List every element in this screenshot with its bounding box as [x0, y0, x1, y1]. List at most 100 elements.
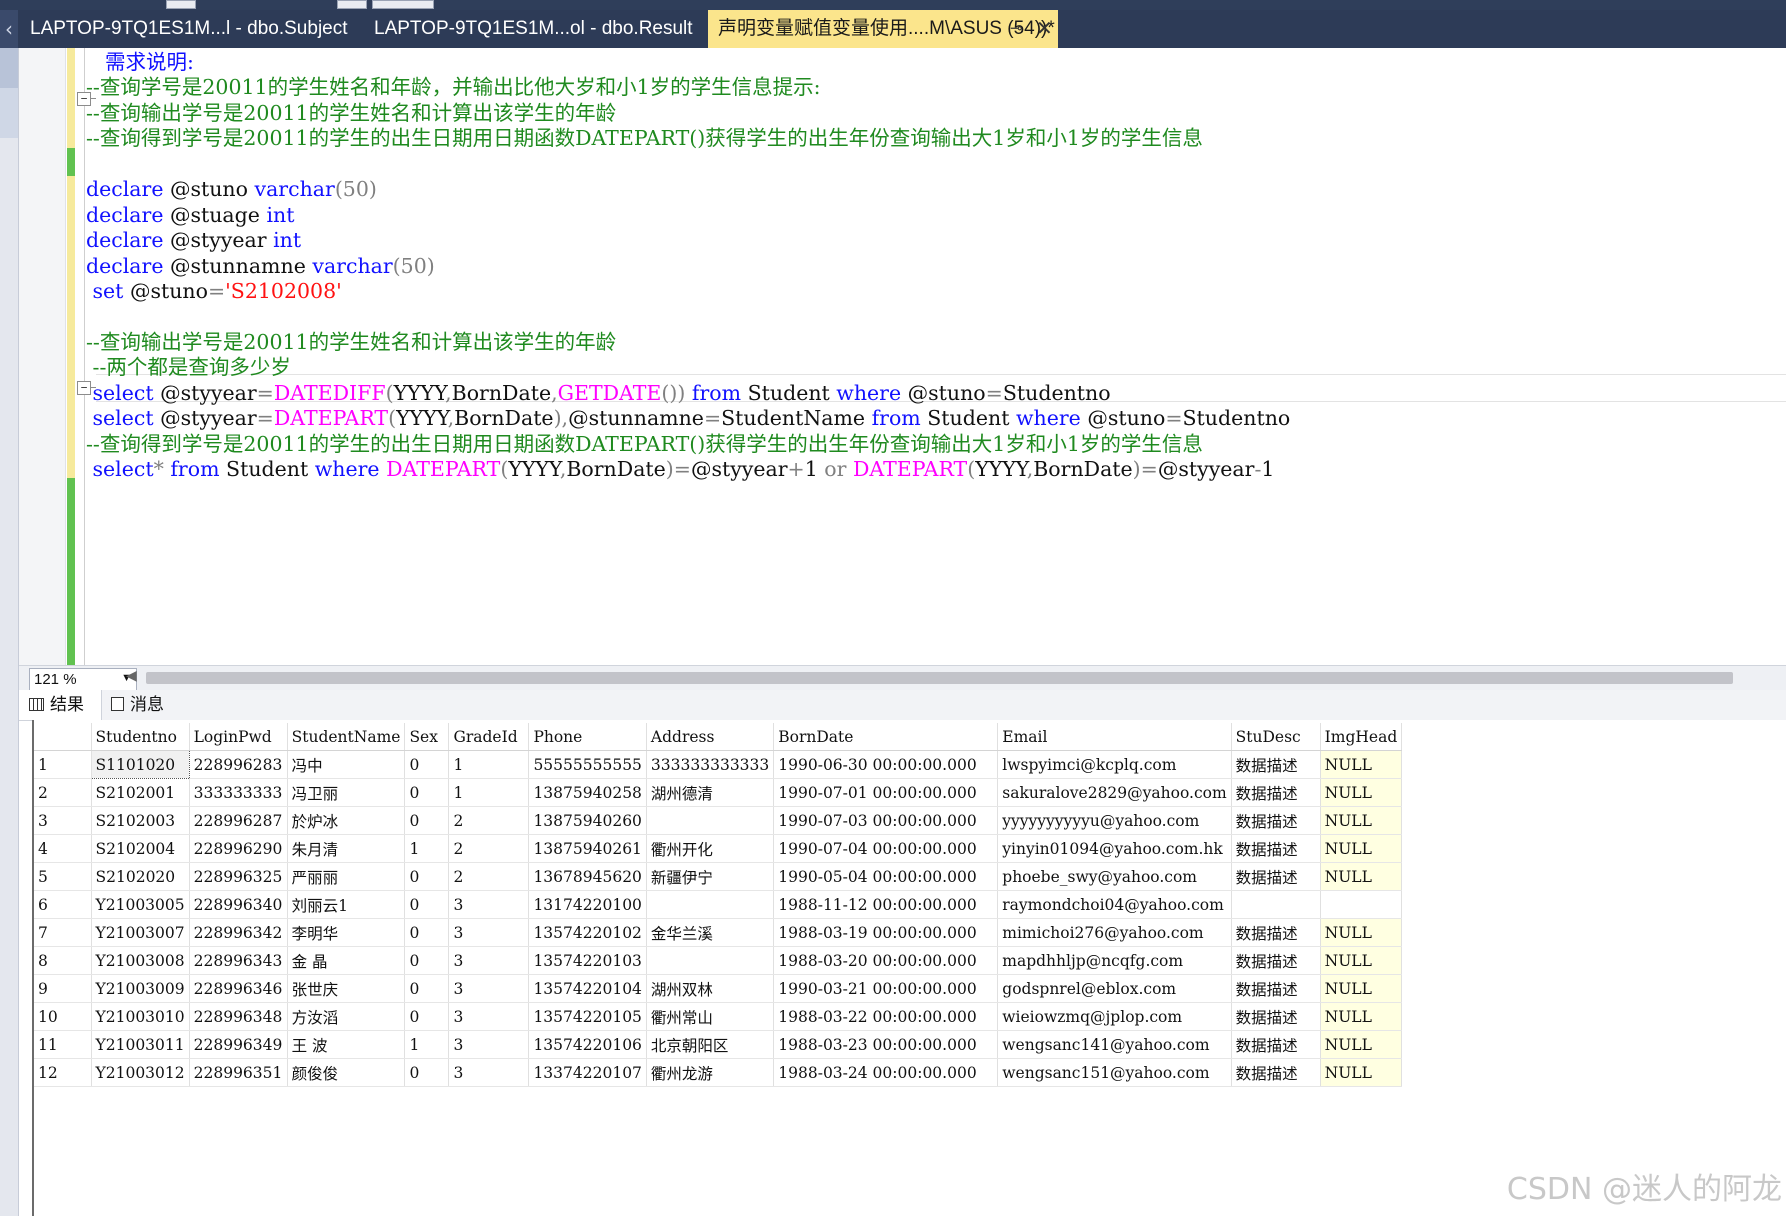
table-row[interactable]: 3 S2102003 228996287 於炉冰 0 2 13875940260 1990-0…	[34, 806, 1403, 835]
table-cell[interactable]: 数据描述	[1231, 918, 1321, 947]
tab-subject[interactable]: LAPTOP-9TQ1ES1M...l - dbo.Subject	[14, 10, 370, 48]
table-cell[interactable]: 冯中	[287, 750, 406, 779]
table-cell[interactable]: 李明华	[287, 918, 406, 947]
table-cell[interactable]: 3	[448, 918, 530, 947]
table-cell[interactable]: 1990-05-04 00:00:00.000	[773, 862, 999, 891]
table-cell[interactable]: 湖州双林	[646, 974, 775, 1003]
table-cell[interactable]: 13374220107	[528, 1058, 647, 1087]
table-cell[interactable]: 1	[448, 750, 530, 779]
table-cell[interactable]: 228996346	[189, 974, 288, 1003]
table-row[interactable]: 7 Y21003007 228996342 李明华 0 3 13574220102 金华兰溪 1…	[34, 918, 1403, 947]
table-cell[interactable]: NULL	[1320, 1058, 1403, 1087]
table-cell[interactable]: 228996290	[189, 834, 288, 863]
row-number[interactable]: 9	[34, 974, 92, 1003]
table-cell[interactable]: Y21003007	[91, 918, 190, 947]
toolbar-button[interactable]	[166, 0, 196, 9]
row-number[interactable]: 12	[34, 1058, 92, 1087]
table-cell[interactable]: 228996351	[189, 1058, 288, 1087]
column-header[interactable]: Studentno	[91, 723, 190, 751]
table-row[interactable]: 1 S1101020 228996283 冯中 0 1 55555555555 3333333…	[34, 750, 1403, 779]
table-cell[interactable]	[646, 806, 775, 835]
row-number[interactable]: 4	[34, 834, 92, 863]
column-header[interactable]: GradeId	[448, 723, 530, 751]
toolbar-button[interactable]	[372, 0, 434, 9]
table-cell[interactable]: 228996287	[189, 806, 288, 835]
tab-results[interactable]: 结果	[19, 690, 102, 720]
table-cell[interactable]: 冯卫丽	[287, 778, 406, 807]
column-header[interactable]: ImgHead	[1320, 723, 1403, 751]
table-cell[interactable]: 3	[448, 1030, 530, 1059]
table-cell[interactable]: 新疆伊宁	[646, 862, 775, 891]
table-cell[interactable]: wengsanc151@yahoo.com	[997, 1058, 1232, 1087]
table-cell[interactable]: 228996342	[189, 918, 288, 947]
table-cell[interactable]: S2102001	[91, 778, 190, 807]
column-header[interactable]: Email	[997, 723, 1232, 751]
table-cell[interactable]: 数据描述	[1231, 946, 1321, 975]
table-cell[interactable]: 0	[404, 750, 450, 779]
table-cell[interactable]: NULL	[1320, 750, 1403, 779]
table-cell[interactable]: 0	[404, 862, 450, 891]
table-row[interactable]: 5 S2102020 228996325 严丽丽 0 2 13678945620 新疆伊宁 19…	[34, 862, 1403, 891]
row-number[interactable]: 3	[34, 806, 92, 835]
table-cell[interactable]: 13875940261	[528, 834, 647, 863]
table-cell[interactable]: raymondchoi04@yahoo.com	[997, 890, 1232, 919]
table-cell[interactable]: 数据描述	[1231, 974, 1321, 1003]
table-cell[interactable]: 1988-03-20 00:00:00.000	[773, 946, 999, 975]
toolbar-button[interactable]	[337, 0, 367, 9]
row-number[interactable]: 5	[34, 862, 92, 891]
table-cell[interactable]: 於炉冰	[287, 806, 406, 835]
table-cell[interactable]: 2	[448, 862, 530, 891]
table-cell[interactable]: 0	[404, 778, 450, 807]
table-cell[interactable]: 333333333	[189, 778, 288, 807]
tab-messages[interactable]: 消息	[103, 690, 183, 720]
table-cell[interactable]: 数据描述	[1231, 1002, 1321, 1031]
table-cell[interactable]: 0	[404, 974, 450, 1003]
table-cell[interactable]: 数据描述	[1231, 750, 1321, 779]
table-row[interactable]: 2 S2102001 333333333 冯卫丽 0 1 13875940258 湖州德清 19…	[34, 778, 1403, 807]
table-cell[interactable]: 数据描述	[1231, 806, 1321, 835]
table-cell[interactable]: 湖州德清	[646, 778, 775, 807]
table-cell[interactable]: 颜俊俊	[287, 1058, 406, 1087]
table-row[interactable]: 8 Y21003008 228996343 金 晶 0 3 13574220103 1988…	[34, 946, 1403, 975]
table-cell[interactable]: 方汝滔	[287, 1002, 406, 1031]
column-header[interactable]: Address	[646, 723, 775, 751]
table-cell[interactable]	[1320, 890, 1403, 919]
table-cell[interactable]: 228996348	[189, 1002, 288, 1031]
table-cell[interactable]: 13875940260	[528, 806, 647, 835]
table-cell[interactable]: 1988-03-24 00:00:00.000	[773, 1058, 999, 1087]
table-cell[interactable]: 1988-03-19 00:00:00.000	[773, 918, 999, 947]
table-cell[interactable]	[646, 890, 775, 919]
row-number[interactable]: 11	[34, 1030, 92, 1059]
table-cell[interactable]: 13875940258	[528, 778, 647, 807]
table-cell[interactable]: NULL	[1320, 1030, 1403, 1059]
table-cell[interactable]: godspnrel@eblox.com	[997, 974, 1232, 1003]
table-cell[interactable]: 3	[448, 946, 530, 975]
column-header[interactable]: StuDesc	[1231, 723, 1321, 751]
table-cell[interactable]: 13174220100	[528, 890, 647, 919]
zoom-dropdown[interactable]: 121 % ▼	[29, 668, 137, 691]
table-cell[interactable]: yyyyyyyyyyu@yahoo.com	[997, 806, 1232, 835]
table-cell[interactable]: 王 波	[287, 1030, 406, 1059]
row-number[interactable]: 2	[34, 778, 92, 807]
table-cell[interactable]: 0	[404, 1002, 450, 1031]
table-cell[interactable]: 13574220104	[528, 974, 647, 1003]
table-cell[interactable]: 13678945620	[528, 862, 647, 891]
table-cell[interactable]: Y21003009	[91, 974, 190, 1003]
pin-icon[interactable]: ⊸	[1010, 10, 1023, 48]
table-cell[interactable]	[1231, 890, 1321, 919]
table-cell[interactable]: mimichoi276@yahoo.com	[997, 918, 1232, 947]
column-header[interactable]: Phone	[528, 723, 647, 751]
table-cell[interactable]: 1	[404, 834, 450, 863]
table-cell[interactable]: 2	[448, 834, 530, 863]
table-row[interactable]: 12 Y21003012 228996351 颜俊俊 0 3 13374220107 衢州龙游…	[34, 1058, 1403, 1087]
close-icon[interactable]: ✕	[1036, 10, 1053, 48]
table-cell[interactable]: wengsanc141@yahoo.com	[997, 1030, 1232, 1059]
table-cell[interactable]: S2102004	[91, 834, 190, 863]
table-cell[interactable]: NULL	[1320, 974, 1403, 1003]
table-cell[interactable]: sakuralove2829@yahoo.com	[997, 778, 1232, 807]
table-cell[interactable]: 1	[448, 778, 530, 807]
table-cell[interactable]: 金 晶	[287, 946, 406, 975]
table-cell[interactable]: 刘丽云1	[287, 890, 406, 919]
row-number-header[interactable]	[34, 723, 92, 751]
table-cell[interactable]: S2102003	[91, 806, 190, 835]
